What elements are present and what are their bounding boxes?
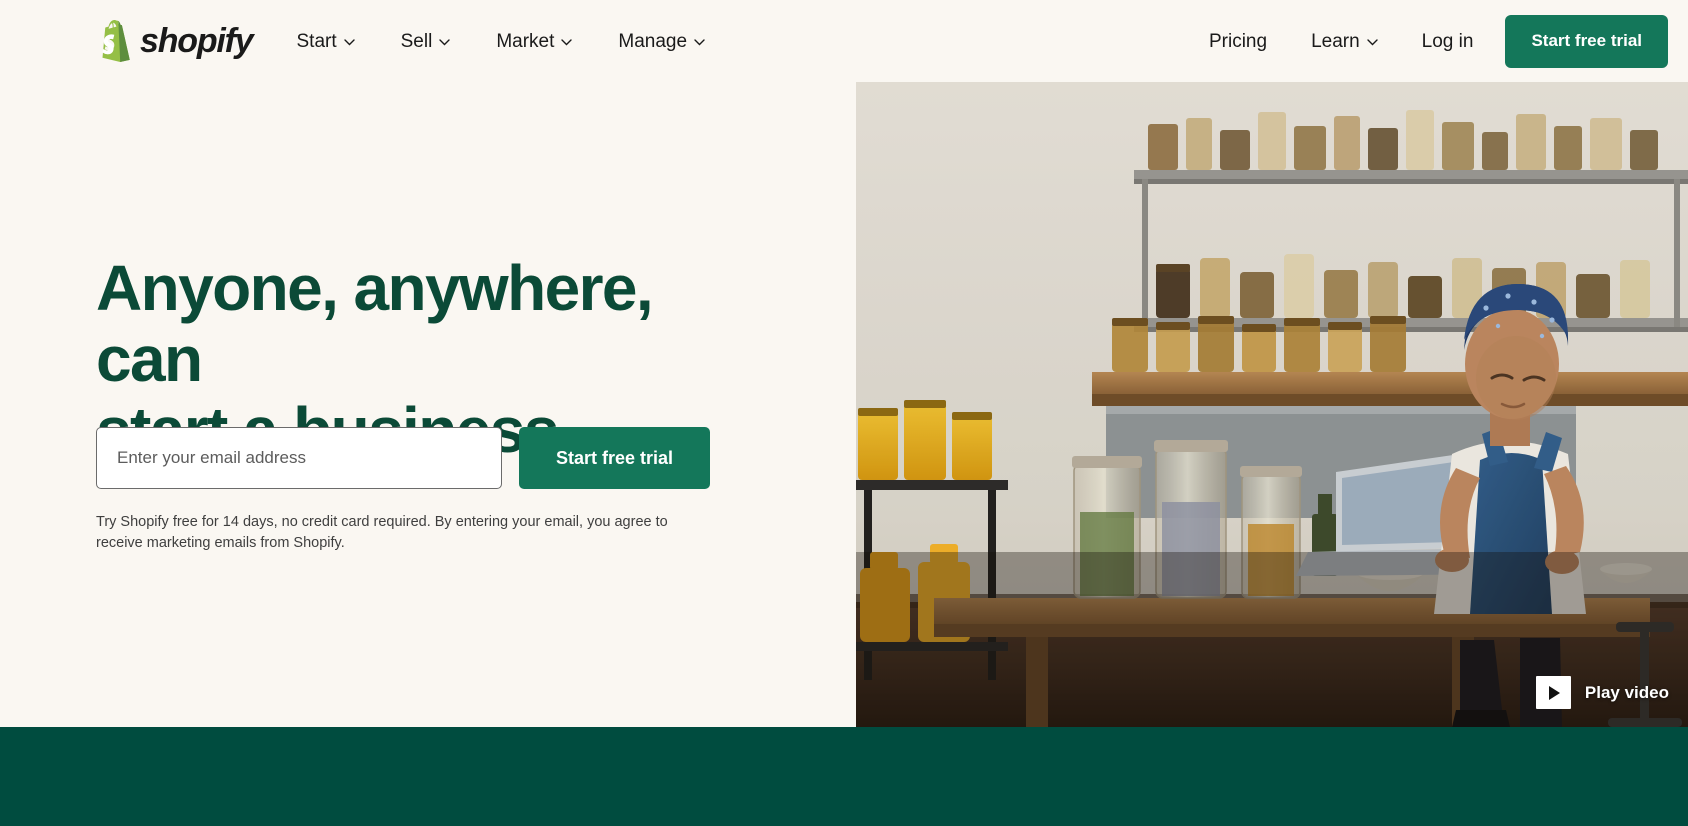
secondary-nav: Pricing Learn Log in Start free trial: [1209, 14, 1688, 68]
email-input[interactable]: [96, 427, 502, 489]
headline-line-1: Anyone, anywhere, can: [96, 252, 654, 396]
nav-item-learn[interactable]: Learn: [1311, 32, 1378, 51]
hero-photo: Play video: [856, 82, 1688, 727]
nav-label-learn: Learn: [1311, 30, 1360, 52]
shopify-homepage-hero: shopify Start Sell Market Manage Pricing…: [0, 0, 1688, 826]
chevron-down-icon: [694, 38, 705, 46]
shopify-bag-icon: [97, 20, 131, 62]
nav-item-pricing[interactable]: Pricing: [1209, 32, 1267, 51]
trial-signup-form: Start free trial: [96, 427, 711, 489]
hero-start-free-trial-button[interactable]: Start free trial: [519, 427, 711, 489]
chevron-down-icon: [343, 38, 355, 46]
shopify-wordmark: shopify: [140, 22, 254, 60]
nav-label-market: Market: [496, 30, 555, 52]
shop-scene-illustration: [856, 82, 1688, 727]
nav-item-login[interactable]: Log in: [1422, 32, 1474, 51]
nav-item-market[interactable]: Market: [496, 30, 573, 52]
nav-label-login: Log in: [1421, 30, 1474, 52]
nav-label-sell: Sell: [400, 30, 433, 52]
site-header: shopify Start Sell Market Manage Pricing…: [0, 0, 1688, 82]
nav-item-start[interactable]: Start: [297, 32, 355, 51]
nav-label-pricing: Pricing: [1208, 30, 1268, 52]
header-start-free-trial-button[interactable]: Start free trial: [1505, 14, 1668, 68]
nav-item-sell[interactable]: Sell: [401, 32, 451, 51]
play-video-button[interactable]: Play video: [1535, 676, 1669, 709]
nav-label-manage: Manage: [618, 30, 688, 52]
chevron-down-icon: [439, 38, 451, 46]
trial-legal-text: Try Shopify free for 14 days, no credit …: [96, 514, 668, 551]
chevron-down-icon: [561, 38, 573, 46]
shopify-logo[interactable]: shopify: [97, 20, 254, 62]
nav-item-manage[interactable]: Manage: [618, 32, 705, 51]
primary-nav: Start Sell Market Manage: [297, 32, 706, 51]
play-triangle-icon: [1535, 676, 1571, 709]
play-video-label: Play video: [1584, 682, 1669, 702]
footer-band: [0, 727, 1688, 826]
chevron-down-icon: [1366, 38, 1378, 46]
hero-content-panel: Anyone, anywhere, can start a business S…: [0, 82, 856, 727]
nav-label-start: Start: [296, 30, 337, 52]
